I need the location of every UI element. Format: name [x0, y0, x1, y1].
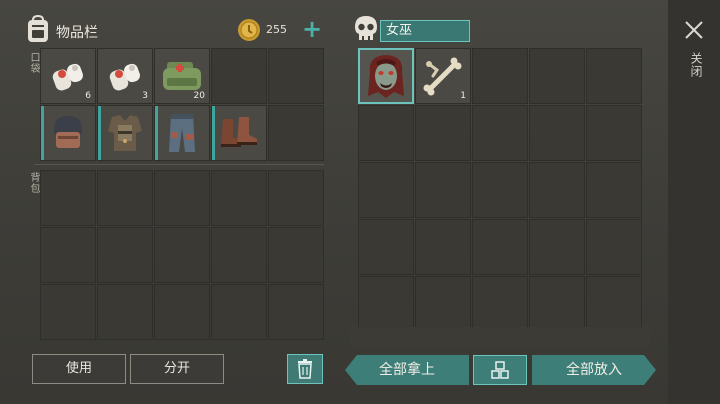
backpack-slot[interactable] — [40, 284, 96, 340]
loot-slot[interactable] — [472, 48, 528, 104]
boots-icon — [221, 117, 257, 147]
loot-slot[interactable] — [415, 162, 471, 218]
loot-slot[interactable] — [358, 162, 414, 218]
take-all-button[interactable]: 全部拿上 — [345, 355, 469, 385]
bandage-icon — [52, 63, 83, 91]
skull-icon — [355, 16, 377, 40]
loot-slot[interactable]: 1 — [415, 48, 471, 104]
medkit-icon — [163, 62, 201, 90]
backpack-slot[interactable] — [211, 227, 267, 283]
loot-slot[interactable] — [586, 219, 642, 275]
loot-slot[interactable] — [415, 276, 471, 332]
pocket-slot[interactable] — [268, 48, 324, 104]
backpack-icon — [28, 14, 48, 42]
put-all-button[interactable]: 全部放入 — [532, 355, 656, 385]
item-quantity: 1 — [460, 91, 466, 101]
loot-slot[interactable] — [472, 219, 528, 275]
loot-slot[interactable] — [472, 276, 528, 332]
backpack-slot[interactable] — [154, 170, 210, 226]
close-icon[interactable] — [682, 18, 706, 42]
equipment-slot-body[interactable] — [97, 105, 153, 161]
bones-icon — [423, 57, 462, 96]
backpack-slot[interactable] — [40, 170, 96, 226]
loot-slot-selected[interactable] — [358, 48, 414, 104]
item-quantity: 20 — [193, 91, 205, 101]
loot-slot[interactable] — [586, 162, 642, 218]
item-quantity: 6 — [85, 91, 91, 101]
close-label[interactable]: 关闭 — [688, 52, 705, 78]
backpack-slot[interactable] — [97, 170, 153, 226]
discard-button[interactable] — [287, 354, 323, 384]
pocket-slot[interactable] — [211, 48, 267, 104]
section-divider — [34, 164, 324, 165]
loot-grid-fade — [350, 327, 650, 347]
loot-slot[interactable] — [529, 276, 585, 332]
bandage-icon — [109, 63, 140, 91]
equipment-slot-head[interactable] — [40, 105, 96, 161]
trash-icon — [298, 359, 312, 379]
loot-slot[interactable] — [529, 219, 585, 275]
sort-button[interactable] — [473, 355, 527, 385]
pocket-label: 口袋 — [28, 52, 39, 74]
pocket-grid: 6 3 20 — [40, 48, 324, 161]
inventory-title: 物品栏 — [56, 25, 98, 41]
pocket-slot[interactable] — [268, 105, 324, 161]
backpack-slot[interactable] — [268, 170, 324, 226]
loot-slot[interactable] — [358, 276, 414, 332]
loot-slot[interactable] — [529, 105, 585, 161]
loot-slot[interactable] — [358, 105, 414, 161]
helmet-icon — [54, 116, 82, 148]
backpack-slot[interactable] — [268, 227, 324, 283]
coin-icon — [238, 19, 260, 41]
backpack-slot[interactable] — [268, 284, 324, 340]
sort-grid-icon — [491, 361, 509, 379]
loot-header: 女巫 — [350, 12, 650, 46]
equipment-slot-legs[interactable] — [154, 105, 210, 161]
loot-slot[interactable] — [472, 162, 528, 218]
backpack-slot[interactable] — [40, 227, 96, 283]
split-button[interactable]: 分开 — [130, 354, 224, 384]
loot-title: 女巫 — [380, 20, 470, 42]
armor-vest-icon — [108, 115, 142, 151]
loot-slot[interactable] — [586, 105, 642, 161]
backpack-slot[interactable] — [154, 227, 210, 283]
backpack-slot[interactable] — [97, 227, 153, 283]
loot-slot[interactable] — [529, 162, 585, 218]
pocket-slot[interactable]: 3 — [97, 48, 153, 104]
inventory-header: 物品栏 255 + — [22, 14, 327, 46]
pocket-slot[interactable]: 6 — [40, 48, 96, 104]
coin-count: 255 — [266, 23, 287, 36]
loot-grid: 1 — [358, 48, 642, 332]
loot-slot[interactable] — [529, 48, 585, 104]
pocket-slot[interactable]: 20 — [154, 48, 210, 104]
loot-slot[interactable] — [415, 219, 471, 275]
loot-slot[interactable] — [358, 219, 414, 275]
loot-slot[interactable] — [472, 105, 528, 161]
loot-slot[interactable] — [586, 48, 642, 104]
backpack-slot[interactable] — [211, 170, 267, 226]
backpack-grid — [40, 170, 324, 340]
add-coins-button[interactable]: + — [300, 17, 324, 42]
loot-slot[interactable] — [415, 105, 471, 161]
backpack-label: 背包 — [28, 172, 39, 194]
use-button[interactable]: 使用 — [32, 354, 126, 384]
equipment-slot-feet[interactable] — [211, 105, 267, 161]
loot-slot[interactable] — [586, 276, 642, 332]
backpack-slot[interactable] — [154, 284, 210, 340]
witch-head-icon — [368, 55, 404, 98]
backpack-slot[interactable] — [97, 284, 153, 340]
item-quantity: 3 — [142, 91, 148, 101]
backpack-slot[interactable] — [211, 284, 267, 340]
pants-icon — [169, 114, 195, 152]
